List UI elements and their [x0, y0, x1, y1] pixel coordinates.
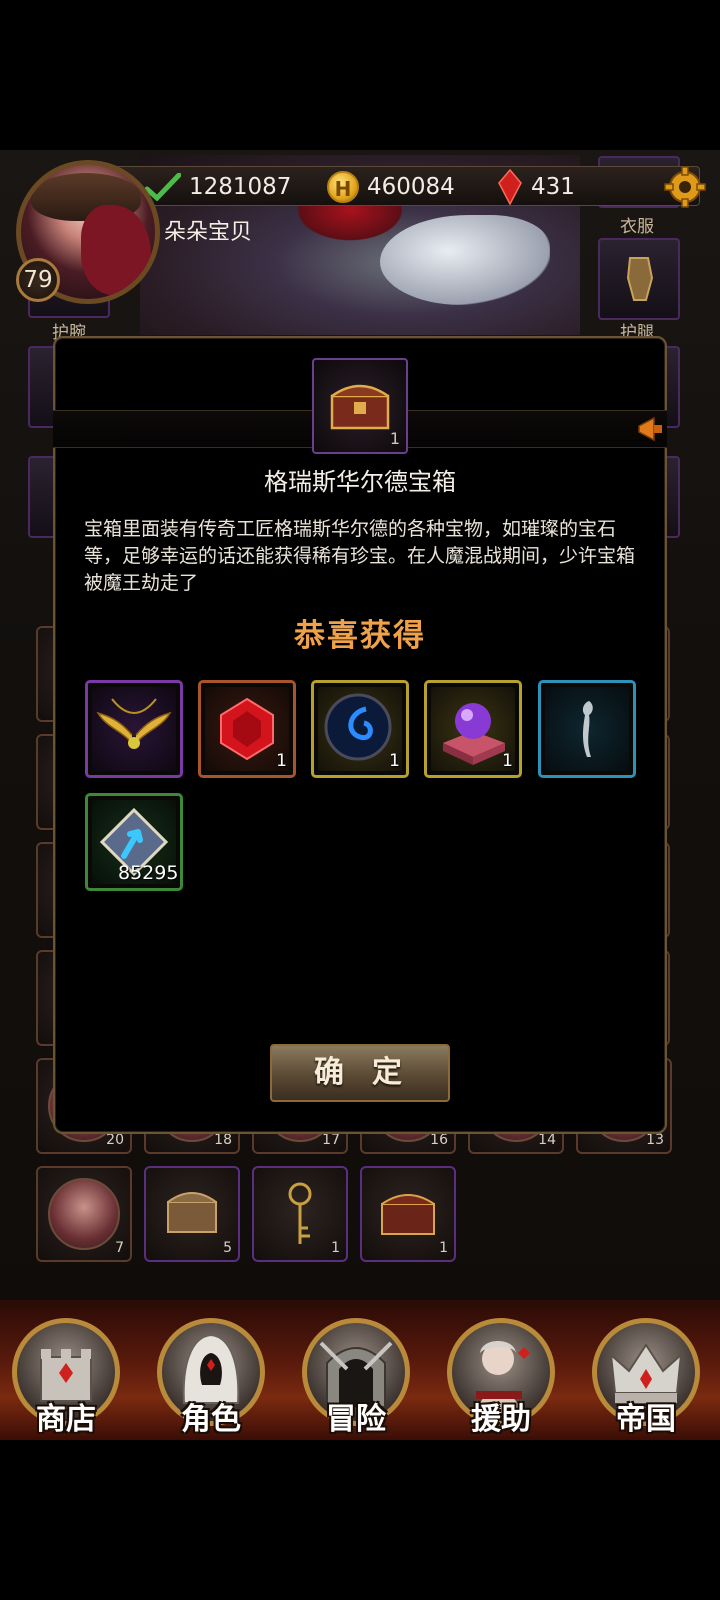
- dialog-description: 宝箱里面装有传奇工匠格瑞斯华尔德的各种宝物，如璀璨的宝石等，足够幸运的话还能获得…: [84, 518, 636, 594]
- white-wolf-mount: [380, 215, 550, 305]
- settings-gear-icon[interactable]: [664, 166, 706, 208]
- nav-character-label: 角色: [181, 1402, 241, 1437]
- reward-count: 1: [276, 751, 287, 771]
- reward-item[interactable]: 85295: [85, 793, 183, 891]
- reward-item[interactable]: [538, 680, 636, 778]
- item-count: 16: [430, 1132, 448, 1148]
- nav-empire-label: 帝国: [616, 1402, 676, 1437]
- announcement-horn-icon[interactable]: [636, 414, 666, 444]
- dialog-title: 格瑞斯华尔德宝箱: [264, 468, 456, 496]
- item-count: 1: [439, 1240, 448, 1256]
- nav-character[interactable]: 角色: [157, 1318, 267, 1438]
- congrats-heading: 恭喜获得: [294, 618, 426, 654]
- stamina-stat: 1281087: [145, 171, 291, 203]
- item-count: 14: [538, 1132, 556, 1148]
- leggings-icon: [626, 257, 654, 301]
- reward-count: 1: [502, 751, 513, 771]
- resource-bar: 1281087 H 460084 431: [110, 166, 700, 206]
- equip-slot-leggings[interactable]: [598, 238, 680, 320]
- gem-value: 431: [531, 174, 575, 200]
- shadow-figure-icon: [582, 701, 593, 757]
- nav-shop-label: 商店: [36, 1402, 96, 1437]
- gold-value: 460084: [367, 174, 455, 200]
- item-count: 17: [322, 1132, 340, 1148]
- item-count: 7: [115, 1240, 124, 1256]
- player-name: 朵朵宝贝: [164, 220, 253, 245]
- chest-count: 1: [389, 429, 400, 448]
- equip-label-clothes: 衣服: [620, 217, 654, 237]
- item-count: 20: [106, 1132, 124, 1148]
- inventory-slot[interactable]: 1: [252, 1166, 348, 1262]
- golden-wings-necklace-icon: [96, 698, 172, 749]
- nav-support-label: 援助: [471, 1402, 531, 1437]
- gem-stat: 431: [497, 169, 575, 205]
- nav-shop[interactable]: 商店: [12, 1318, 122, 1438]
- reward-item[interactable]: 1: [424, 680, 522, 778]
- stamina-value: 1281087: [189, 174, 292, 200]
- nav-adventure-label: 冒险: [326, 1402, 386, 1437]
- item-count: 13: [646, 1132, 664, 1148]
- reward-count: 1: [389, 751, 400, 771]
- inventory-slot[interactable]: 5: [144, 1166, 240, 1262]
- reward-item[interactable]: 1: [198, 680, 296, 778]
- nav-empire[interactable]: 帝国: [592, 1318, 702, 1438]
- red-haired-heroine-portrait-icon: [48, 1178, 120, 1250]
- player-level-badge: 79: [16, 258, 60, 302]
- item-count: 5: [223, 1240, 232, 1256]
- nav-adventure[interactable]: 冒险: [302, 1318, 412, 1438]
- item-count: 1: [331, 1240, 340, 1256]
- inventory-slot[interactable]: 1: [360, 1166, 456, 1262]
- nav-support[interactable]: 援助: [447, 1318, 557, 1438]
- opened-chest-slot: 1: [312, 358, 408, 454]
- confirm-button[interactable]: 确定: [270, 1044, 450, 1102]
- gold-coin-icon: H: [327, 171, 359, 203]
- inventory-slot[interactable]: 7: [36, 1166, 132, 1262]
- reward-item[interactable]: [85, 680, 183, 778]
- gold-stat: H 460084: [327, 171, 455, 203]
- item-count: 18: [214, 1132, 232, 1148]
- avatar-hair: [81, 205, 151, 295]
- reward-item[interactable]: 1: [311, 680, 409, 778]
- red-crystal-icon: [498, 169, 522, 205]
- reward-count: 85295: [118, 862, 179, 884]
